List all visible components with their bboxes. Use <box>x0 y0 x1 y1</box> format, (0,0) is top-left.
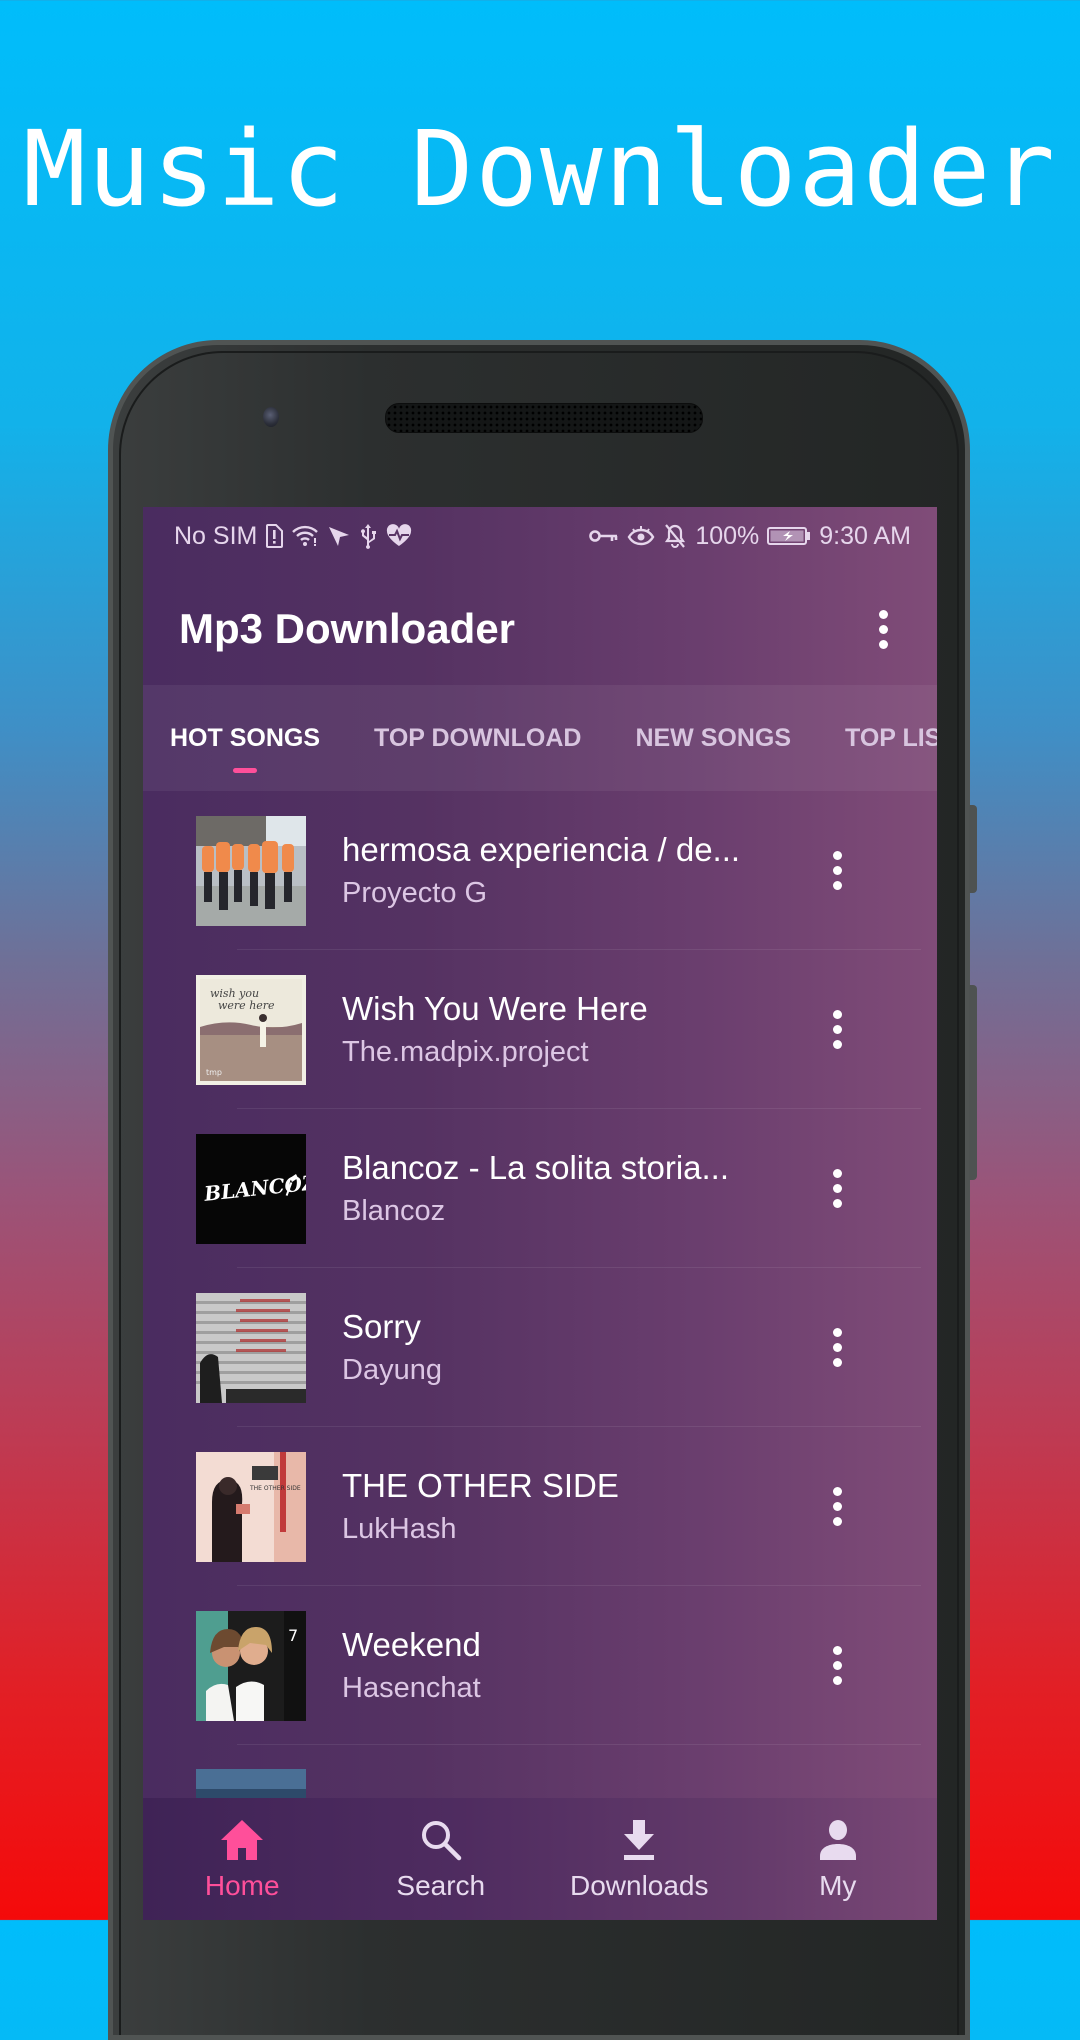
album-art: wish you were here tmp <box>196 974 306 1085</box>
nav-label: Search <box>396 1870 486 1901</box>
song-list: hermosa experiencia / de... Proyecto G w… <box>143 791 937 1904</box>
tab-hot-songs[interactable]: HOT SONGS <box>143 685 347 791</box>
more-vert-icon[interactable] <box>817 1636 857 1696</box>
status-bar: No SIM 100% 9:30 AM <box>143 507 937 565</box>
tab-label: TOP DOWNLOAD <box>374 723 582 752</box>
song-artist: LukHash <box>342 1512 457 1545</box>
tab-top-download[interactable]: TOP DOWNLOAD <box>347 685 608 791</box>
nav-my[interactable]: My <box>739 1798 937 1902</box>
song-title: hermosa experiencia / de... <box>342 830 741 868</box>
app-title: Mp3 Downloader <box>179 605 516 652</box>
nav-label: My <box>819 1870 857 1901</box>
send-icon <box>327 523 351 549</box>
battery-charging-icon <box>767 523 811 549</box>
more-vert-icon[interactable] <box>817 841 857 901</box>
svg-text:7: 7 <box>288 1626 298 1645</box>
song-title: THE OTHER SIDE <box>342 1466 619 1504</box>
song-artist: Proyecto G <box>342 876 488 909</box>
tab-top-list[interactable]: TOP LIST <box>818 685 937 791</box>
vpn-key-icon <box>589 523 619 549</box>
power-button <box>969 805 977 893</box>
song-list-item[interactable]: wish you were here tmp Wish You Were Her… <box>143 950 937 1109</box>
nav-search[interactable]: Search <box>342 1798 540 1902</box>
nav-downloads[interactable]: Downloads <box>540 1798 738 1902</box>
album-art: BLANCOZ <box>196 1133 306 1244</box>
category-tabs: HOT SONGS TOP DOWNLOAD NEW SONGS TOP LIS… <box>143 685 937 791</box>
more-vert-icon[interactable] <box>817 1318 857 1378</box>
nav-home[interactable]: Home <box>143 1798 341 1902</box>
wifi-icon <box>291 523 319 549</box>
svg-text:were here: were here <box>218 999 275 1012</box>
song-list-item[interactable]: THE OTHER SIDE THE OTHER SIDE LukHash <box>143 1427 937 1586</box>
song-title: Weekend <box>342 1625 481 1663</box>
nav-label: Downloads <box>569 1870 709 1901</box>
earpiece-speaker <box>385 403 703 433</box>
song-title: Blancoz - La solita storia... <box>342 1148 730 1186</box>
download-icon <box>615 1816 663 1864</box>
album-art <box>196 1292 306 1403</box>
bottom-navigation: Home Search Downloads My <box>143 1798 937 1920</box>
song-list-item[interactable]: 7 Weekend Hasenchat <box>143 1586 937 1745</box>
clock: 9:30 AM <box>819 521 911 550</box>
more-vert-icon[interactable] <box>817 1159 857 1219</box>
album-art <box>196 815 306 926</box>
carrier-label: No SIM <box>174 521 258 550</box>
song-list-item[interactable]: Sorry Dayung <box>143 1268 937 1427</box>
svg-text:tmp: tmp <box>206 1068 222 1077</box>
svg-text:THE OTHER SIDE: THE OTHER SIDE <box>249 1485 301 1492</box>
song-artist: Dayung <box>342 1353 442 1386</box>
tab-label: TOP LIST <box>845 723 937 752</box>
more-vert-icon[interactable] <box>817 1477 857 1537</box>
song-artist: The.madpix.project <box>342 1035 589 1068</box>
song-artist: Blancoz <box>342 1194 446 1227</box>
battery-percent: 100% <box>695 521 760 550</box>
song-list-item[interactable]: hermosa experiencia / de... Proyecto G <box>143 791 937 950</box>
front-camera <box>263 407 279 427</box>
active-tab-indicator <box>233 768 257 773</box>
tab-new-songs[interactable]: NEW SONGS <box>608 685 818 791</box>
phone-screen: No SIM 100% 9:30 AM Mp3 Downloader HOT S… <box>143 507 937 1920</box>
promo-title: Music Downloader <box>23 108 1057 230</box>
song-title: Wish You Were Here <box>342 989 648 1027</box>
nav-label: Home <box>204 1870 280 1901</box>
album-art: 7 <box>196 1610 306 1721</box>
bell-off-icon <box>663 523 687 549</box>
app-bar: Mp3 Downloader <box>143 565 937 693</box>
usb-icon <box>359 523 377 549</box>
tab-label: NEW SONGS <box>635 723 792 752</box>
song-title: Sorry <box>342 1307 421 1345</box>
volume-button <box>969 985 977 1180</box>
more-vert-icon[interactable] <box>817 1000 857 1060</box>
tab-label: HOT SONGS <box>170 723 321 752</box>
song-list-item[interactable]: BLANCOZ Blancoz - La solita storia... Bl… <box>143 1109 937 1268</box>
eye-icon <box>627 523 655 549</box>
person-icon <box>814 1816 862 1864</box>
more-vert-icon[interactable] <box>863 599 903 659</box>
song-artist: Hasenchat <box>342 1671 481 1704</box>
search-icon <box>417 1816 465 1864</box>
home-icon <box>218 1816 266 1864</box>
heart-pulse-icon <box>385 523 413 549</box>
album-art: THE OTHER SIDE <box>196 1451 306 1562</box>
sim-alert-icon <box>265 523 284 549</box>
